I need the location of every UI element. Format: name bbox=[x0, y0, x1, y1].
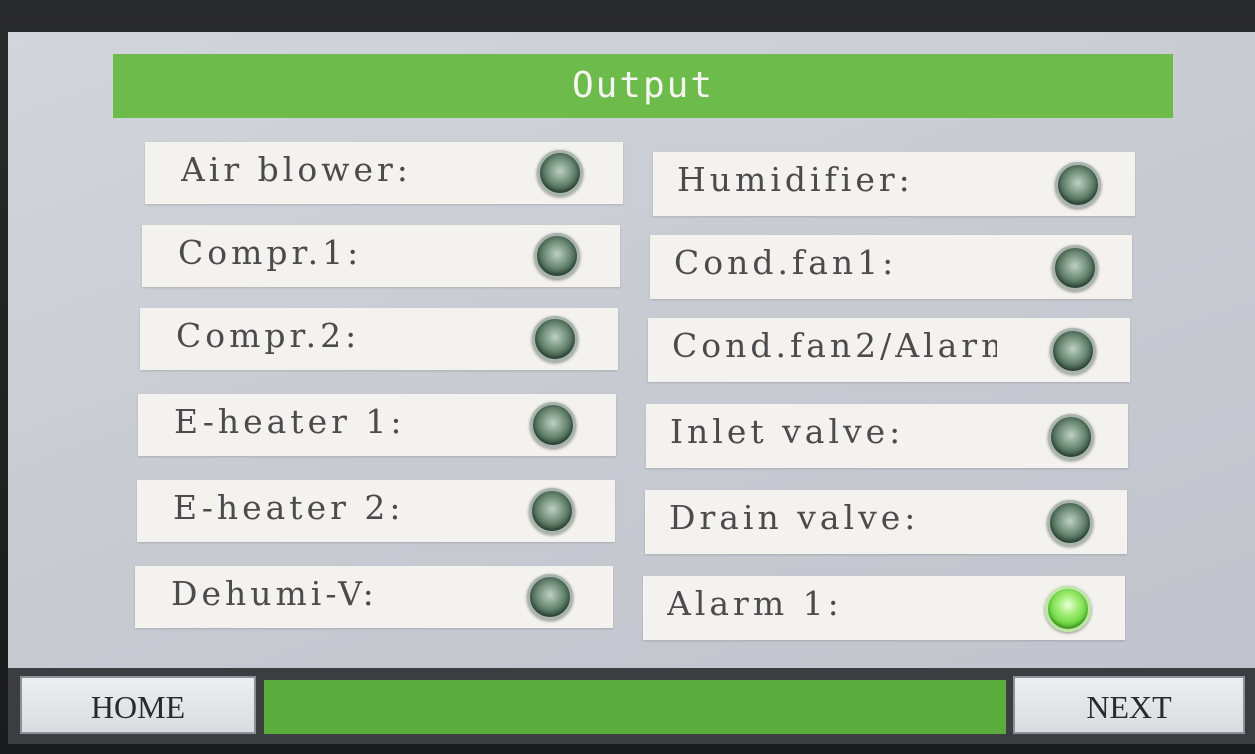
output-label: E-heater 2: bbox=[173, 488, 405, 527]
home-button[interactable]: HOME bbox=[20, 676, 256, 734]
output-row: Air blower: Humidifier: bbox=[145, 142, 1145, 216]
status-led-off bbox=[1052, 245, 1098, 291]
status-led-off bbox=[1055, 162, 1101, 208]
output-label: Cond.fan1: bbox=[674, 243, 898, 282]
output-label: Drain valve: bbox=[669, 498, 920, 537]
output-row: Dehumi-V: Alarm 1: bbox=[135, 566, 1135, 640]
status-led-off bbox=[1050, 328, 1096, 374]
next-button[interactable]: NEXT bbox=[1013, 676, 1245, 734]
status-led-on bbox=[1045, 586, 1091, 632]
output-label: Alarm 1: bbox=[667, 584, 843, 623]
output-label: Humidifier: bbox=[677, 160, 914, 199]
hmi-screen: Output Air blower: Humidifier: Compr.1: … bbox=[8, 32, 1255, 744]
output-row: E-heater 2: Drain valve: bbox=[137, 480, 1137, 554]
output-label: Compr.2: bbox=[176, 316, 361, 355]
output-label: Cond.fan2/Alarm2 bbox=[672, 326, 997, 365]
output-label: Inlet valve: bbox=[670, 412, 905, 451]
output-row: Compr.2: Cond.fan2/Alarm2 bbox=[140, 308, 1140, 382]
output-label: Dehumi-V: bbox=[171, 574, 378, 613]
output-row: E-heater 1: Inlet valve: bbox=[138, 394, 1138, 468]
status-led-off bbox=[529, 488, 575, 534]
status-led-off bbox=[532, 316, 578, 362]
status-led-off bbox=[530, 402, 576, 448]
status-led-off bbox=[537, 150, 583, 196]
status-led-off bbox=[534, 233, 580, 279]
output-row: Compr.1: Cond.fan1: bbox=[142, 225, 1142, 299]
status-led-off bbox=[527, 574, 573, 620]
output-label: Compr.1: bbox=[178, 233, 363, 272]
output-label: Air blower: bbox=[181, 150, 412, 189]
status-led-off bbox=[1047, 500, 1093, 546]
output-label: E-heater 1: bbox=[174, 402, 406, 441]
page-title: Output bbox=[113, 54, 1173, 118]
status-strip bbox=[264, 680, 1006, 734]
status-led-off bbox=[1048, 414, 1094, 460]
